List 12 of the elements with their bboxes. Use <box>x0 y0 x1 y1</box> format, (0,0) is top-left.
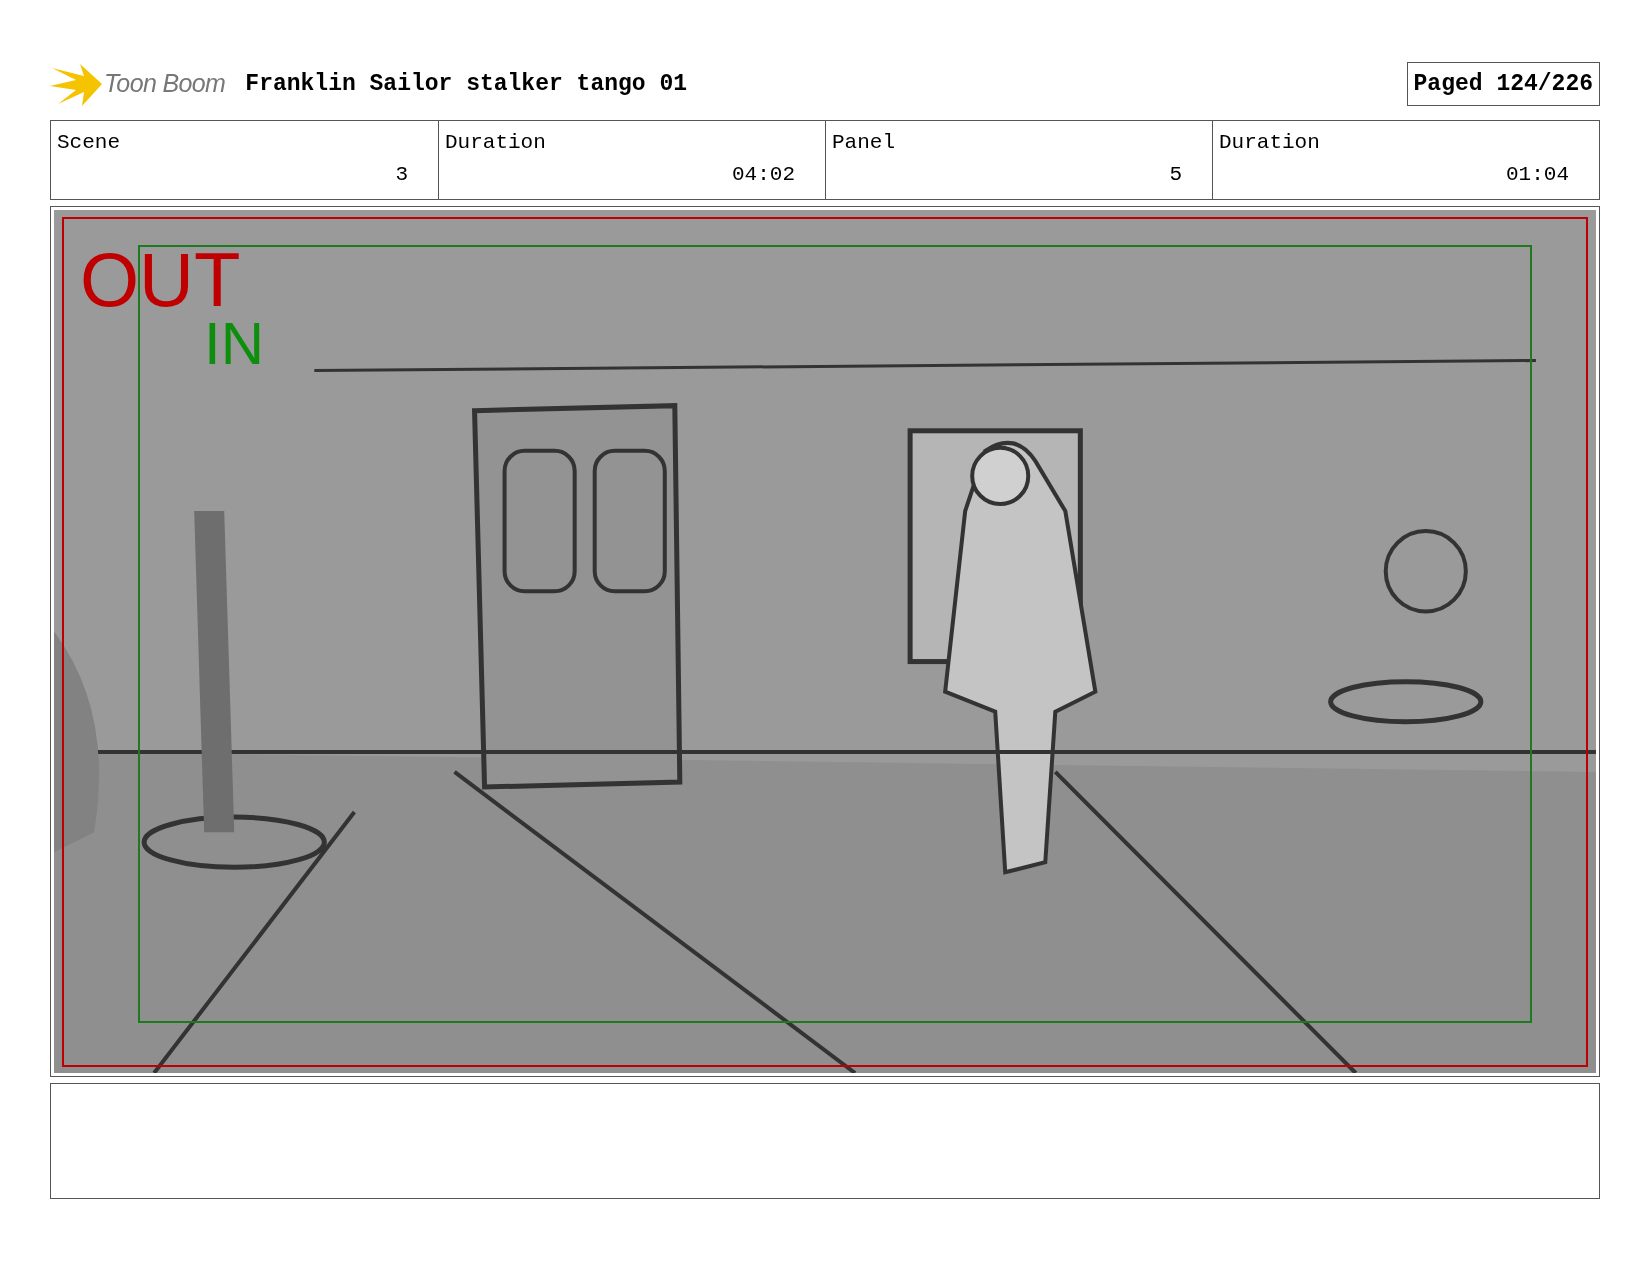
field-label: Panel <box>832 130 895 156</box>
field-label: Duration <box>1219 130 1320 156</box>
field-value: 01:04 <box>1506 161 1569 188</box>
field-value: 5 <box>1169 161 1182 188</box>
field-label: Scene <box>57 130 120 156</box>
field-label: Duration <box>445 130 546 156</box>
field-value: 3 <box>395 161 408 188</box>
page-counter: Paged 124/226 <box>1406 61 1600 107</box>
field-value: 04:02 <box>732 161 795 188</box>
logo-text: Toon Boom <box>104 68 226 100</box>
in-label: IN <box>204 314 264 374</box>
storyboard-title: Franklin Sailor stalker tango 01 <box>245 69 687 99</box>
